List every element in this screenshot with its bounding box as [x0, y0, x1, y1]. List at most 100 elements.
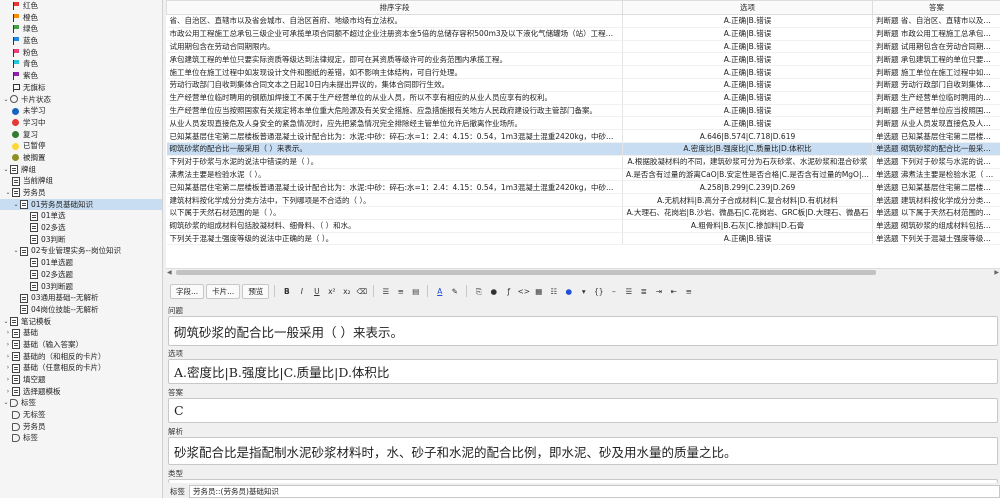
sidebar-item-tags[interactable]: ⌄ 标签 [0, 397, 162, 409]
sidebar-item-card-state-option[interactable]: 复习 [0, 129, 162, 141]
scroll-right-icon[interactable]: ▶ [994, 269, 999, 276]
chevron-down-icon[interactable]: ⌄ [2, 164, 10, 176]
sidebar-item-flag[interactable]: 红色 [0, 0, 162, 12]
sidebar-item-card-state-option[interactable]: 已暂停 [0, 140, 162, 152]
sidebar-item-flag[interactable]: 蓝色 [0, 35, 162, 47]
sidebar-item-flag[interactable]: 粉色 [0, 47, 162, 59]
chevron-down-icon[interactable]: ⌄ [2, 397, 10, 409]
chevron-right-icon[interactable]: › [4, 386, 12, 398]
sidebar-item-subdeck[interactable]: 02多选 [0, 222, 162, 234]
text-color-icon[interactable]: A [433, 285, 446, 298]
type-field[interactable] [168, 479, 998, 483]
numbered-list-icon[interactable]: ≡ [394, 285, 407, 298]
subscript-icon[interactable]: x₂ [340, 285, 353, 298]
sidebar-item-tag[interactable]: 无标签 [0, 409, 162, 421]
chevron-down-icon[interactable]: ⌄ [12, 245, 20, 257]
table-row[interactable]: 劳动行政部门自收到集体合同文本之日起10日内未提出异议的，集体合同即行生效。 A.… [166, 78, 1000, 92]
lines-icon[interactable]: ☰ [622, 285, 635, 298]
brace-icon[interactable]: {} [592, 285, 605, 298]
table-row[interactable]: 沸煮法主要是检验水泥（ ）。 A.是否含有过量的游离CaO|B.安定性是否合格|C… [166, 168, 1000, 182]
sidebar-item-decks[interactable]: ⌄ 牌组 [0, 164, 162, 176]
sidebar-item-subdeck[interactable]: 01单选题 [0, 257, 162, 269]
cards-button[interactable]: 卡片... [206, 283, 241, 299]
italic-icon[interactable]: I [295, 285, 308, 298]
sidebar-item-subdeck[interactable]: 01单选 [0, 210, 162, 222]
sidebar-item-flag[interactable]: 无旗标 [0, 82, 162, 94]
sidebar-item-deck-root[interactable]: ⌄ 劳务员 [0, 187, 162, 199]
sidebar-item-tag[interactable]: 标签 [0, 432, 162, 444]
question-field[interactable]: 砌筑砂浆的配合比一般采用（ ）来表示。 [168, 316, 998, 346]
table-row[interactable]: 下列对于砂浆与水泥的说法中错误的是（ ）。 A.根据胶凝材料的不同，建筑砂浆可分为… [166, 155, 1000, 169]
align-icon[interactable]: ▤ [409, 285, 422, 298]
html-editor-icon[interactable]: <> [517, 285, 531, 298]
sidebar-item-card-state-option[interactable]: 被搁置 [0, 152, 162, 164]
table-row[interactable]: 已知某基层住宅第二层楼板普通混凝土设计配合比为：水泥:中砂：碎石:水=1：2.4… [166, 180, 1000, 195]
sidebar-item-current-deck[interactable]: 当前牌组 [0, 175, 162, 187]
chevron-right-icon[interactable]: › [4, 374, 12, 386]
clear-format-icon[interactable]: ⌫ [355, 285, 368, 298]
cut-icon[interactable]: – [607, 285, 620, 298]
horizontal-scrollbar[interactable]: ◀ ▶ [166, 268, 1000, 276]
record-audio-icon[interactable]: ● [487, 285, 500, 298]
sidebar-item-deck[interactable]: 03通用基础--无解析 [0, 292, 162, 304]
sidebar-item-note-type[interactable]: › 选择题模板 [0, 386, 162, 398]
justify-icon[interactable]: ≣ [637, 285, 650, 298]
chevron-right-icon[interactable]: › [4, 339, 12, 351]
column-header[interactable]: 答案 [872, 0, 1000, 15]
sidebar-item-note-types[interactable]: ⌄ 笔记模板 [0, 316, 162, 328]
sidebar-item-deck[interactable]: ⌄ 01劳务员基础知识 [0, 198, 162, 211]
chevron-right-icon[interactable]: › [4, 362, 12, 374]
bullet-list-icon[interactable]: ☰ [379, 285, 392, 298]
table-row[interactable]: 市政公用工程施工总承包三级企业可承揽单项合同额不超过企业注册资本金5倍的总储存容… [166, 27, 1000, 41]
sidebar-item-note-type[interactable]: › 基础 [0, 327, 162, 339]
sidebar-item-card-state[interactable]: ⌄ 卡片状态 [0, 94, 162, 106]
sidebar-item-flag[interactable]: 绿色 [0, 23, 162, 35]
table-row[interactable]: 建筑材料按化学成分分类方法中，下列哪项是不合适的（ ）。 A.无机材料|B.高分子… [166, 193, 1000, 207]
table-row[interactable]: 试用期包含在劳动合同期限内。 A.正确|B.错误 判断题 试用期包含在劳动合同期限内 [166, 40, 1000, 54]
column-header[interactable]: 排序字段 [166, 0, 623, 15]
chevron-down-icon[interactable]: ⌄ [4, 187, 12, 199]
sidebar-item-flag[interactable]: 橙色 [0, 12, 162, 24]
chevron-right-icon[interactable]: › [4, 351, 12, 363]
scrollbar-thumb[interactable] [176, 270, 876, 275]
sidebar-item-deck[interactable]: ⌄ 02专业管理实务--岗位知识 [0, 245, 162, 257]
underline-icon[interactable]: U [310, 285, 323, 298]
indent-icon[interactable]: ⇥ [652, 285, 665, 298]
sidebar-item-note-type[interactable]: › 基础的（和相反的卡片） [0, 351, 162, 363]
highlight-icon[interactable]: ✎ [448, 285, 461, 298]
sidebar-item-flag[interactable]: 紫色 [0, 70, 162, 82]
color-dot-icon[interactable]: ● [562, 285, 575, 298]
sidebar-item-card-state-option[interactable]: 未学习 [0, 105, 162, 117]
sidebar-item-note-type[interactable]: › 基础（输入答案） [0, 339, 162, 351]
table-row[interactable]: 砌筑砂浆的组成材料包括胶凝材料、细骨料、（ ）和水。 A.粗骨料|B.石灰|C.掺… [166, 219, 1000, 233]
chevron-down-icon[interactable]: ⌄ [12, 199, 20, 211]
scroll-left-icon[interactable]: ◀ [167, 269, 172, 276]
attachment-icon[interactable]: ⎘ [472, 285, 485, 298]
bold-icon[interactable]: B [280, 285, 293, 298]
sidebar-item-subdeck[interactable]: 03判断题 [0, 281, 162, 293]
table-row[interactable]: 生产经营单位应当按照国家有关规定将本单位重大危险源及有关安全措施、应急措施报有关… [166, 104, 1000, 118]
formula-icon[interactable]: ƒ [502, 285, 515, 298]
table-icon[interactable]: ▦ [532, 285, 545, 298]
superscript-icon[interactable]: x² [325, 285, 338, 298]
table-row[interactable]: 从业人员发现直接危及人身安全的紧急情况时，应先把紧急情况完全排除经主管单位允许后… [166, 116, 1000, 131]
preview-button[interactable]: 预览 [242, 283, 270, 299]
chevron-down-icon[interactable]: ⌄ [2, 316, 10, 328]
table-row[interactable]: 以下属于天然石材范围的是（ ）。 A.大理石、花岗岩|B.沙岩、微晶石|C.花岗岩… [166, 206, 1000, 220]
more-icon[interactable]: ≡ [682, 285, 695, 298]
answer-field[interactable]: C [168, 398, 998, 423]
dropdown-icon[interactable]: ▾ [577, 285, 590, 298]
sidebar-item-flag[interactable]: 青色 [0, 58, 162, 70]
table-row[interactable]: 省、自治区、直辖市以及省会城市、自治区首府、地级市均有立法权。 A.正确|B.错误… [166, 14, 1000, 28]
table-row[interactable]: 砌筑砂浆的配合比一般采用（ ）来表示。 A.密度比|B.强度比|C.质量比|D.体… [166, 142, 1000, 156]
options-field[interactable]: A.密度比|B.强度比|C.质量比|D.体积比 [168, 359, 998, 384]
table-row[interactable]: 生产经营单位临时聘用的钢筋加焊接工不属于生产经营单位的从业人员，所以不享有相应的… [166, 91, 1000, 105]
table-row[interactable]: 已知某基层住宅第二层楼板普通混凝土设计配合比为：水泥:中砂：碎石:水=1：2.4… [166, 129, 1000, 143]
chevron-down-icon[interactable]: ⌄ [2, 94, 10, 106]
outdent-icon[interactable]: ⇤ [667, 285, 680, 298]
table-row[interactable]: 下列关于混凝土强度等级的说法中正确的是（ ）。 A.正确|B.错误 单选题 下列关于… [166, 232, 1000, 246]
sidebar-item-tag[interactable]: 劳务员 [0, 421, 162, 433]
tags-input[interactable]: 劳务员::(劳务员)基础知识 [189, 484, 1000, 498]
sidebar-item-subdeck[interactable]: 03判断 [0, 234, 162, 246]
explanation-field[interactable]: 砂浆配合比是指配制水泥砂浆材料时，水、砂子和水泥的配合比例，即水泥、砂及用水量的… [168, 437, 998, 465]
